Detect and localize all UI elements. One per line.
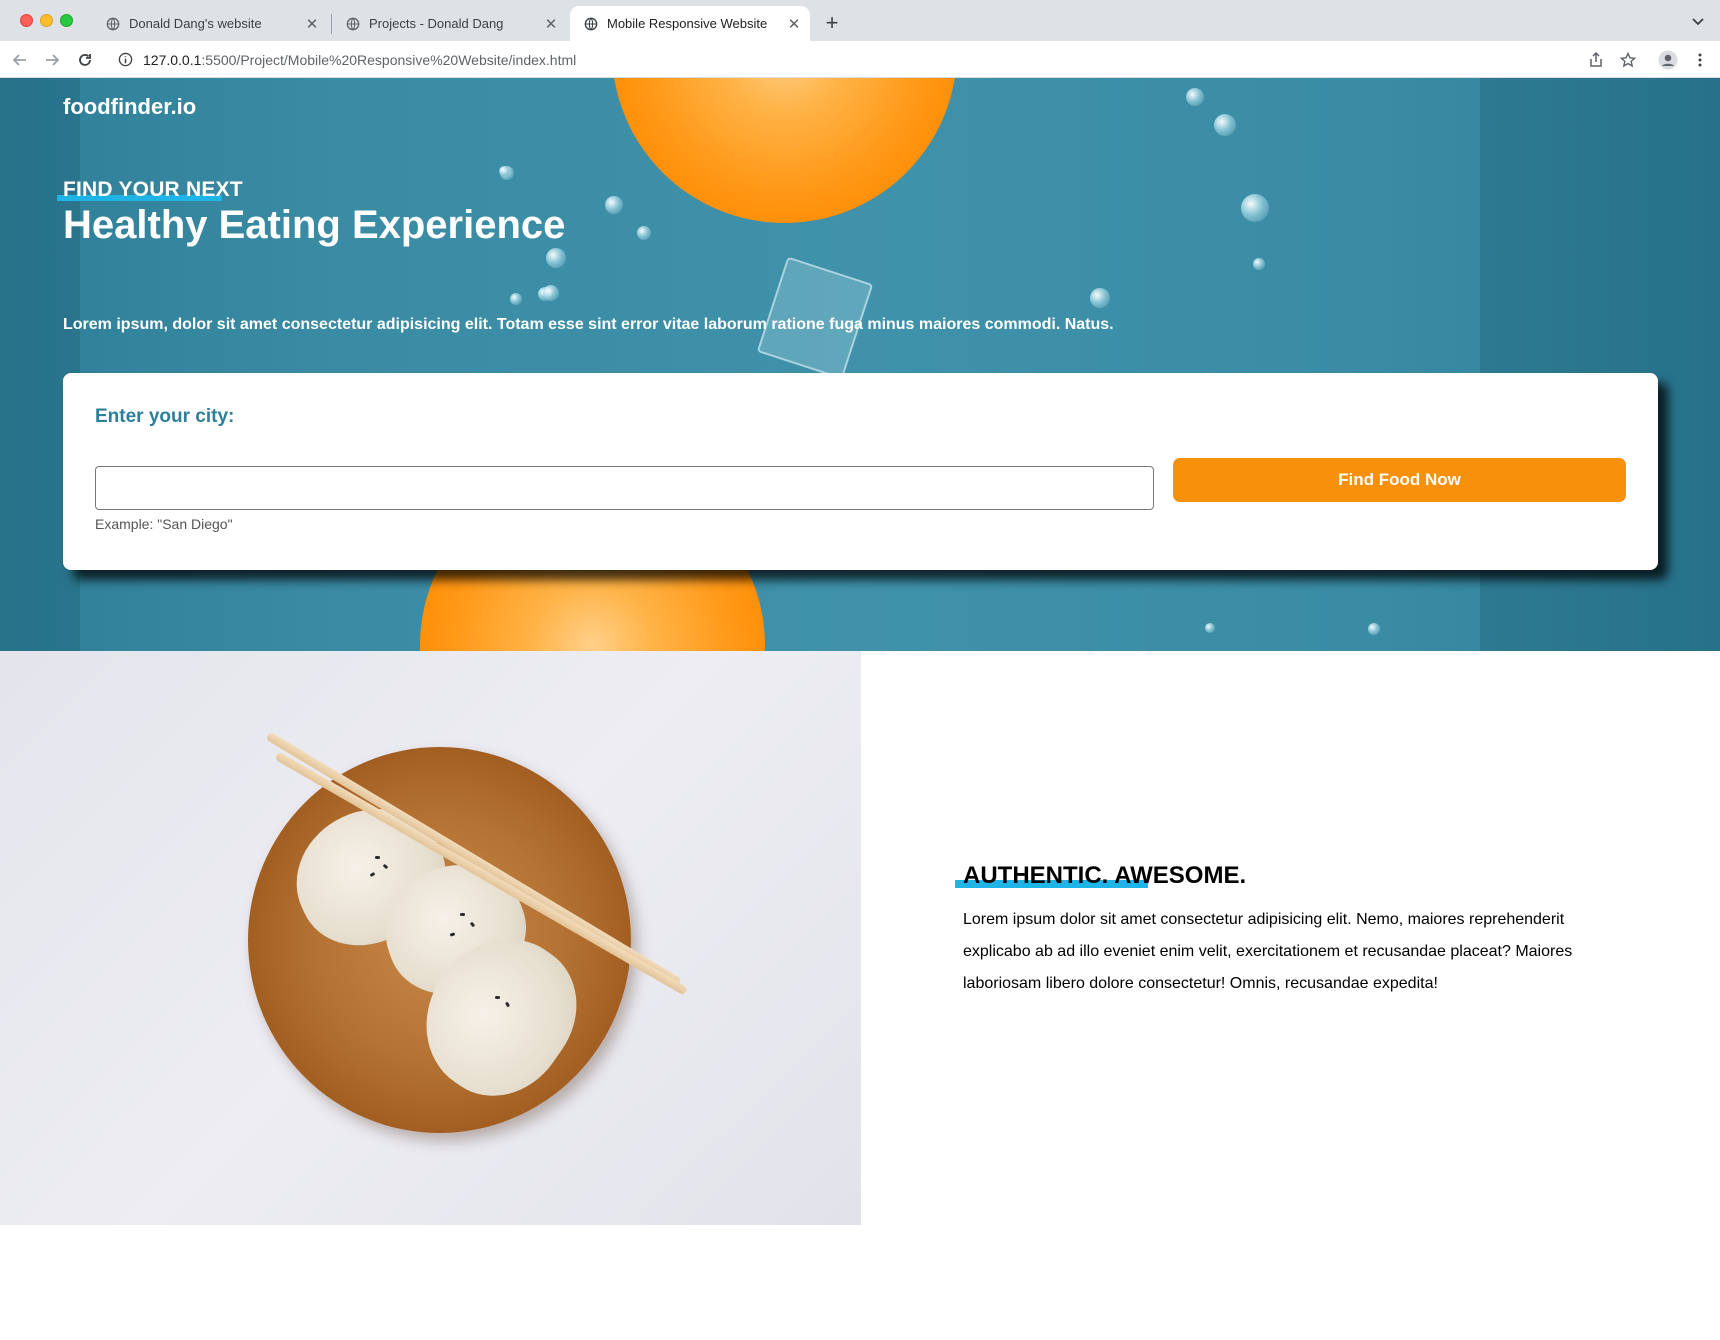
star-icon [1620,52,1636,68]
dumplings-image [0,651,861,1225]
water-drop [1253,258,1265,270]
water-drop [1090,288,1110,308]
back-button[interactable] [8,48,32,72]
city-example-hint: Example: "San Diego" [95,516,233,532]
more-vertical-icon [1698,53,1702,67]
maximize-window-button[interactable] [60,14,73,27]
reload-button[interactable] [73,48,97,72]
feature-heading: AUTHENTIC. AWESOME. [963,862,1247,889]
water-drop [510,293,522,305]
search-card: Enter your city: Example: "San Diego" Fi… [63,373,1658,570]
bookmark-button[interactable] [1616,48,1640,72]
share-button[interactable] [1584,48,1608,72]
globe-icon [346,17,360,30]
url-host: 127.0.0.1 [143,51,202,68]
info-icon[interactable] [118,52,133,67]
address-bar[interactable]: 127.0.0.1:5500/Project/Mobile%20Responsi… [108,45,1708,74]
hero-title: Healthy Eating Experience [63,203,566,247]
browser-tab-strip: Donald Dang's website ✕ Projects - Donal… [0,0,1720,41]
profile-button[interactable] [1656,48,1680,72]
close-tab-icon[interactable]: ✕ [786,16,802,33]
chevron-down-icon[interactable] [1690,13,1706,29]
reload-icon [79,54,91,66]
feature-heading-group: AUTHENTIC. AWESOME. [955,862,1246,890]
tab-title: Donald Dang's website [129,16,262,31]
city-label: Enter your city: [95,406,235,427]
browser-toolbar: 127.0.0.1:5500/Project/Mobile%20Responsi… [0,41,1720,78]
hero-description: Lorem ipsum, dolor sit amet consectetur … [63,316,1114,333]
water-drop [543,285,559,301]
brand-logo[interactable]: foodfinder.io [63,94,196,120]
water-drop [1205,623,1215,633]
tab-title: Projects - Donald Dang [369,16,504,31]
tab-projects[interactable]: Projects - Donald Dang ✕ [332,6,567,41]
tab-donald-dang-website[interactable]: Donald Dang's website ✕ [92,6,328,41]
url-path: :5500/Project/Mobile%20Responsive%20Webs… [201,51,577,68]
close-tab-icon[interactable]: ✕ [543,16,559,33]
share-icon [1590,52,1602,67]
close-tab-icon[interactable]: ✕ [304,16,320,33]
water-drop [637,226,651,240]
water-drop [1186,88,1204,106]
minimize-window-button[interactable] [40,14,53,27]
tab-title: Mobile Responsive Website [607,16,768,31]
feature-description: Lorem ipsum dolor sit amet consectetur a… [963,911,1573,992]
arrow-right-icon [46,54,60,66]
forward-button[interactable] [40,48,64,72]
hero-kicker: FIND YOUR NEXT [63,178,243,201]
close-window-button[interactable] [20,14,33,27]
water-drop [499,166,509,176]
sesame-seed [495,996,500,999]
globe-icon [584,17,598,30]
city-input[interactable] [95,466,1154,510]
new-tab-button[interactable]: + [820,9,844,37]
sesame-seed [460,913,465,916]
arrow-left-icon [12,54,26,66]
find-food-button[interactable]: Find Food Now [1173,458,1626,502]
orange-slice-image [612,78,957,223]
sesame-seed [375,856,380,859]
globe-icon [106,17,120,30]
hero-section: foodfinder.io FIND YOUR NEXT Healthy Eat… [0,78,1720,651]
avatar-icon [1658,50,1678,70]
water-drop [1241,194,1269,222]
water-drop [1368,623,1380,635]
menu-button[interactable] [1688,48,1712,72]
water-drop [605,196,623,214]
water-drop [1214,114,1236,136]
hero-kicker-group: FIND YOUR NEXT [57,178,243,202]
tab-mobile-responsive-website[interactable]: Mobile Responsive Website ✕ [570,6,810,41]
water-drop [546,248,566,268]
